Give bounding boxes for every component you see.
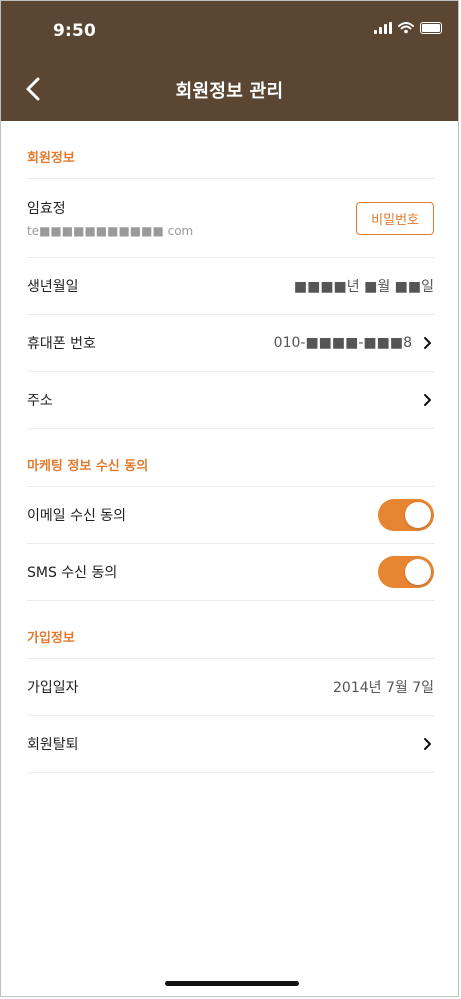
signup-date-label: 가입일자 bbox=[27, 680, 79, 696]
email-consent-label: 이메일 수신 동의 bbox=[27, 508, 127, 524]
member-email: te■■■■■■■■■■■ com bbox=[27, 224, 194, 238]
wifi-icon bbox=[398, 22, 414, 34]
chevron-right-icon bbox=[424, 337, 431, 349]
email-consent-toggle[interactable] bbox=[378, 499, 434, 531]
section-title-signup: 가입정보 bbox=[27, 601, 434, 659]
app-frame: 9:50 회원정보 관리 회원정보 임효정 te■■■■■■■■■■■ com … bbox=[0, 0, 459, 997]
nav-bar: 회원정보 관리 bbox=[1, 57, 458, 121]
address-row[interactable]: 주소 bbox=[27, 372, 434, 429]
battery-icon bbox=[420, 22, 442, 34]
toggle-knob bbox=[405, 502, 431, 528]
email-consent-row: 이메일 수신 동의 bbox=[27, 487, 434, 544]
content: 회원정보 임효정 te■■■■■■■■■■■ com 비밀번호 생년월일 ■■■… bbox=[1, 121, 458, 773]
phone-row[interactable]: 휴대폰 번호 010-■■■■-■■■8 bbox=[27, 315, 434, 372]
signup-date-value: 2014년 7월 7일 bbox=[333, 680, 434, 696]
chevron-right-icon bbox=[424, 394, 431, 406]
status-time: 9:50 bbox=[53, 21, 97, 41]
member-name: 임효정 bbox=[27, 201, 66, 217]
birthdate-label: 생년월일 bbox=[27, 279, 79, 295]
toggle-knob bbox=[405, 559, 431, 585]
withdraw-label: 회원탈퇴 bbox=[27, 737, 79, 753]
member-name-row: 임효정 te■■■■■■■■■■■ com 비밀번호 bbox=[27, 179, 434, 258]
address-label: 주소 bbox=[27, 393, 53, 409]
section-title-member: 회원정보 bbox=[27, 121, 434, 179]
birthdate-value: ■■■■년 ■월 ■■일 bbox=[293, 279, 434, 295]
chevron-right-icon bbox=[424, 738, 431, 750]
status-bar: 9:50 bbox=[1, 1, 458, 57]
sms-consent-row: SMS 수신 동의 bbox=[27, 544, 434, 601]
system-icons bbox=[374, 22, 442, 34]
phone-label: 휴대폰 번호 bbox=[27, 336, 96, 352]
withdraw-row[interactable]: 회원탈퇴 bbox=[27, 716, 434, 773]
home-indicator bbox=[165, 981, 299, 986]
sms-consent-label: SMS 수신 동의 bbox=[27, 565, 118, 581]
signal-icon bbox=[374, 22, 392, 34]
birthdate-row: 생년월일 ■■■■년 ■월 ■■일 bbox=[27, 258, 434, 315]
phone-value: 010-■■■■-■■■8 bbox=[273, 335, 412, 351]
signup-date-row: 가입일자 2014년 7월 7일 bbox=[27, 659, 434, 716]
password-button[interactable]: 비밀번호 bbox=[356, 201, 434, 235]
sms-consent-toggle[interactable] bbox=[378, 556, 434, 588]
section-title-marketing: 마케팅 정보 수신 동의 bbox=[27, 429, 434, 487]
page-title: 회원정보 관리 bbox=[175, 81, 284, 102]
